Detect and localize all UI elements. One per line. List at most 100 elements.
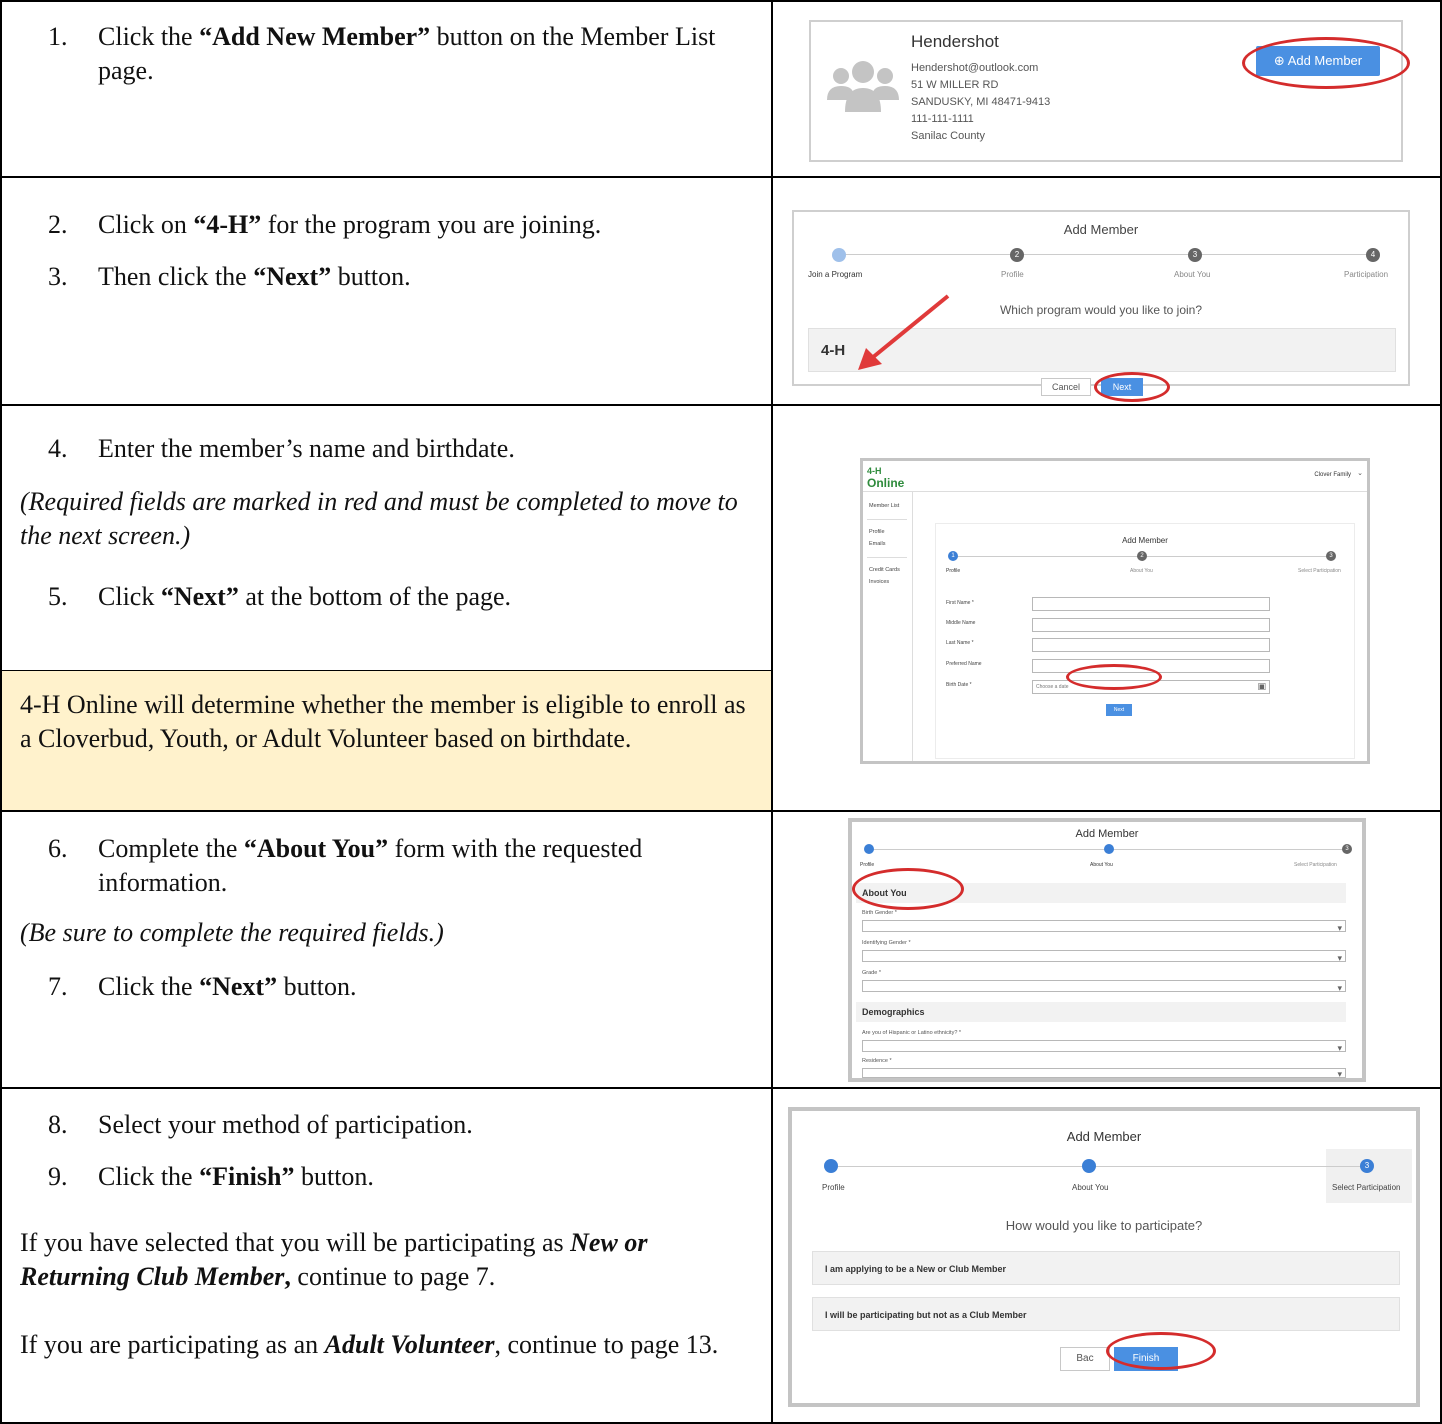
table-border-left — [0, 0, 2, 1424]
sidebar-item-emails[interactable]: Emails — [869, 541, 886, 547]
birth-gender-select[interactable]: ▾ — [862, 920, 1346, 933]
arrow-annotation-icon — [858, 294, 950, 370]
stepper-label: About You — [1130, 568, 1153, 574]
step-text-pre: Click — [98, 582, 161, 611]
para-text: If you are participating as an — [20, 1330, 325, 1359]
stepper-track — [832, 1166, 1372, 1167]
step-number: 6. — [48, 834, 68, 863]
step-text-pre: Then click the — [98, 262, 254, 291]
chevron-down-icon: ▾ — [1337, 923, 1342, 933]
annotation-circle — [1106, 1332, 1216, 1370]
ethnicity-select[interactable]: ▾ — [862, 1040, 1346, 1053]
logo-text-bottom: Online — [867, 476, 905, 490]
field-label-first-name: First Name * — [946, 600, 974, 606]
option-label: I will be participating but not as a Clu… — [825, 1310, 1027, 1320]
table-border-top — [0, 0, 1442, 2]
participation-screenshot: Add Member 3 Profile About You Select Pa… — [788, 1107, 1420, 1407]
option-non-club-member[interactable]: I will be participating but not as a Clu… — [812, 1297, 1400, 1331]
step-text-pre: Complete the — [98, 834, 244, 863]
step-number-badge: 1 — [948, 551, 958, 561]
step-text-bold: “About You” — [243, 834, 389, 863]
row-divider — [0, 404, 1442, 406]
row-divider — [0, 176, 1442, 178]
step-text: Enter the member’s name and birthdate. — [98, 434, 515, 463]
identifying-gender-select[interactable]: ▾ — [862, 950, 1346, 963]
step-text-post: button. — [277, 972, 357, 1001]
row-divider — [0, 1087, 1442, 1089]
field-label-grade: Grade * — [862, 970, 881, 976]
para-emphasis: Adult Volunteer — [324, 1330, 495, 1359]
chevron-down-icon: ▾ — [1337, 1043, 1342, 1053]
field-label-preferred-name: Preferred Name — [946, 661, 982, 667]
para-text: continue to page 7. — [290, 1262, 496, 1291]
step-text-bold: “Next” — [160, 582, 239, 611]
active-step-highlight — [1326, 1149, 1412, 1203]
member-phone: 111-111-1111 — [911, 113, 974, 125]
annotation-circle — [852, 868, 964, 910]
step-complete-icon — [832, 248, 846, 262]
step-number: 3. — [48, 262, 68, 291]
last-name-input[interactable] — [1032, 638, 1270, 652]
chevron-down-icon[interactable]: ⌄ — [1357, 469, 1363, 477]
step-number: 7. — [48, 972, 68, 1001]
stepper-label: Profile — [1001, 270, 1024, 279]
option-label: I am applying to be a New or Club Member — [825, 1264, 1007, 1274]
stepper-label: Select Participation — [1332, 1183, 1401, 1192]
step-number-badge: 3 — [1188, 248, 1202, 262]
annotation-circle — [1242, 37, 1410, 89]
next-button[interactable]: Next — [1106, 704, 1132, 716]
step-text-bold: “4-H” — [193, 210, 262, 239]
member-name: Hendershot — [911, 32, 999, 51]
step-number: 5. — [48, 582, 68, 611]
step-number-badge: 3 — [1326, 551, 1336, 561]
section-header-demographics: Demographics — [856, 1002, 1346, 1022]
table-column-divider — [771, 0, 773, 1424]
residence-select[interactable]: ▾ — [862, 1068, 1346, 1079]
step-text: Then click the “Next” button. — [98, 260, 748, 294]
field-label-birth-gender: Birth Gender * — [862, 910, 897, 916]
field-label-middle-name: Middle Name — [946, 620, 976, 626]
back-button[interactable]: Bac — [1060, 1347, 1110, 1371]
stepper-label: Select Participation — [1294, 862, 1337, 868]
stepper-label: Select Participation — [1298, 568, 1341, 574]
step-text-pre: Click on — [98, 210, 194, 239]
sidebar-divider — [867, 557, 907, 558]
step-number: 8. — [48, 1110, 68, 1139]
calendar-icon[interactable]: ▣ — [1257, 681, 1266, 692]
chevron-down-icon: ▾ — [1337, 1069, 1342, 1079]
sidebar-item-member-list[interactable]: Member List — [869, 503, 899, 509]
family-menu[interactable]: Clover Family — [1314, 472, 1351, 478]
dialog-title: Add Member — [1066, 1129, 1142, 1144]
field-label-identifying-gender: Identifying Gender * — [862, 940, 911, 946]
sidebar-nav: Member List Profile Emails Credit Cards … — [863, 491, 913, 761]
para-text: If you have selected that you will be pa… — [20, 1228, 571, 1257]
required-fields-note: (Required fields are marked in red and m… — [20, 487, 738, 550]
stepper-label: Profile — [860, 862, 875, 868]
step-text-post: at the bottom of the page. — [238, 582, 512, 611]
middle-name-input[interactable] — [1032, 618, 1270, 632]
sidebar-item-credit-cards[interactable]: Credit Cards — [869, 567, 900, 573]
annotation-circle — [1094, 372, 1170, 402]
cancel-button[interactable]: Cancel — [1041, 378, 1091, 396]
step-text-post: for the program you are joining. — [261, 210, 602, 239]
step-text-post: button. — [294, 1162, 374, 1191]
field-label-residence: Residence * — [862, 1058, 892, 1064]
grade-select[interactable]: ▾ — [862, 980, 1346, 993]
section-title: Demographics — [862, 1007, 925, 1017]
step-text: Click the “Add New Member” button on the… — [98, 20, 748, 88]
field-label-last-name: Last Name * — [946, 640, 974, 646]
first-name-input[interactable] — [1032, 597, 1270, 611]
step-current-icon — [1104, 844, 1114, 854]
required-fields-note: (Be sure to complete the required fields… — [20, 918, 444, 947]
about-you-screenshot: Add Member 3 Profile About You Select Pa… — [848, 818, 1366, 1082]
step-text-bold: “Next” — [253, 262, 332, 291]
member-email: Hendershot@outlook.com — [911, 62, 1039, 74]
stepper-label: Participation — [1344, 270, 1389, 279]
option-club-member[interactable]: I am applying to be a New or Club Member — [812, 1251, 1400, 1285]
step-text-pre: Click the — [98, 22, 200, 51]
sidebar-item-profile[interactable]: Profile — [869, 529, 885, 535]
dialog-title: Add Member — [1063, 222, 1139, 237]
member-county: Sanilac County — [911, 130, 985, 142]
sidebar-item-invoices[interactable]: Invoices — [869, 579, 889, 585]
step-text-bold: “Finish” — [199, 1162, 295, 1191]
